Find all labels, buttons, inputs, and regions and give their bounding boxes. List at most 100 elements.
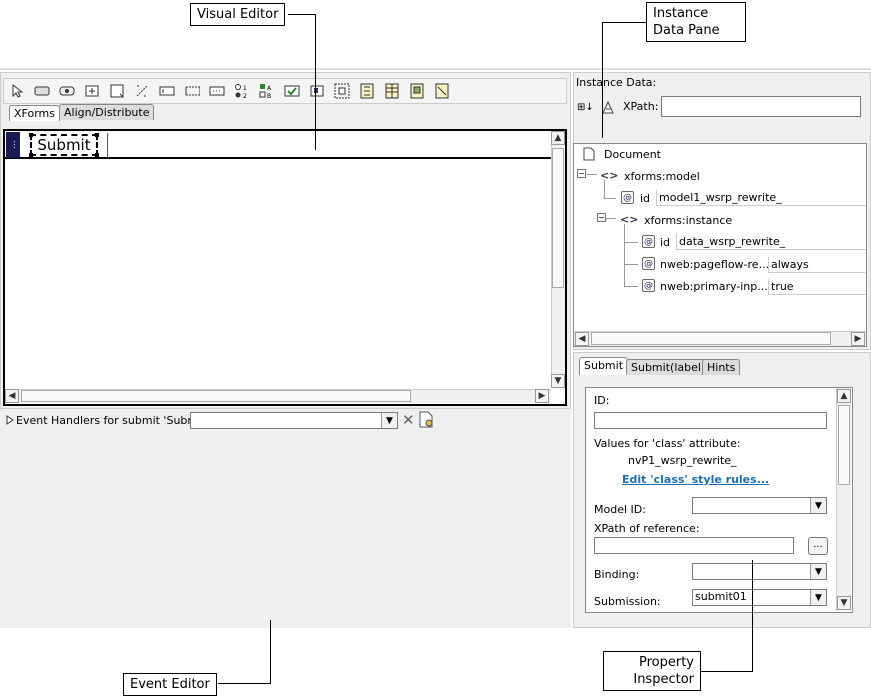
expand-all-icon[interactable]: ⊞↓ (577, 102, 594, 113)
attribute-icon: @ (642, 257, 655, 270)
vertical-scroll-thumb[interactable] (552, 148, 564, 288)
submission-label: Submission: (594, 595, 661, 608)
id-input[interactable] (594, 412, 827, 429)
scroll-down-icon[interactable]: ▼ (551, 374, 565, 388)
top-divider (0, 68, 871, 70)
attr-model-id-value[interactable]: model1_wsrp_rewrite_ (656, 190, 866, 206)
chevron-down-icon[interactable]: ▼ (810, 590, 826, 605)
element-icon: <> (600, 169, 619, 182)
callout-line-2: Data Pane (653, 23, 720, 38)
scroll-left-icon[interactable]: ◀ (575, 332, 589, 346)
xpath-input[interactable] (661, 96, 861, 117)
svg-text:1: 1 (243, 85, 247, 92)
xpath-ref-label: XPath of reference: (594, 522, 700, 535)
input-control-icon[interactable] (84, 83, 100, 99)
image-control-icon[interactable] (409, 83, 425, 99)
instance-data-title: Instance Data: (576, 76, 657, 89)
edit-class-link[interactable]: Edit 'class' style rules... (622, 473, 769, 486)
scroll-down-icon[interactable]: ▼ (837, 596, 851, 610)
chevron-down-icon[interactable]: ▼ (810, 498, 826, 513)
pointer-icon[interactable] (10, 83, 26, 99)
trigger-control-icon[interactable] (59, 83, 75, 99)
attr-primary-name: nweb:primary-inp... (660, 280, 768, 293)
tab-align-distribute[interactable]: Align/Distribute (59, 104, 155, 120)
id-label: ID: (594, 394, 610, 407)
scroll-up-icon[interactable]: ▲ (551, 131, 565, 145)
binding-label: Binding: (594, 568, 640, 581)
callout-line-1: Property (638, 655, 694, 670)
repeat-control-icon[interactable] (184, 83, 200, 99)
tree-xforms-model[interactable]: xforms:model (624, 170, 700, 183)
output-control-icon[interactable] (109, 83, 125, 99)
attr-model-id-name: id (640, 192, 651, 205)
text-cursor (107, 133, 108, 157)
attribute-icon: @ (642, 279, 655, 292)
scroll-left-icon[interactable]: ◀ (5, 389, 19, 403)
submission-value: submit01 (695, 590, 747, 603)
attribute-icon: @ (642, 235, 655, 248)
attribute-icon: @ (621, 191, 634, 204)
chevron-down-icon[interactable]: ▼ (381, 413, 397, 428)
expand-arrow-icon[interactable] (6, 415, 14, 428)
xpath-ref-input[interactable] (594, 537, 794, 554)
scroll-up-icon[interactable]: ▲ (837, 389, 851, 403)
instance-data-pane-callout: Instance Data Pane (646, 2, 746, 42)
collapse-model-icon[interactable]: − (577, 169, 586, 178)
selection-handle-bl (29, 153, 33, 157)
submission-select[interactable]: submit01 ▼ (692, 589, 827, 606)
chevron-down-icon[interactable]: ▼ (810, 564, 826, 579)
secret-control-icon[interactable] (159, 83, 175, 99)
case-control-icon[interactable] (434, 83, 450, 99)
svg-text:B: B (267, 93, 271, 99)
model-id-label: Model ID: (594, 503, 646, 516)
svg-text:2: 2 (243, 93, 247, 99)
tree-document[interactable]: Document (604, 148, 661, 161)
tab-xforms[interactable]: XForms (9, 105, 60, 121)
event-handlers-label: Event Handlers for submit 'Submit' (16, 414, 209, 427)
textarea-control-icon[interactable] (209, 83, 225, 99)
attr-instance-id-name: id (660, 236, 671, 249)
new-handler-icon[interactable] (418, 411, 434, 431)
attr-pageflow-value[interactable]: always (768, 257, 866, 273)
group-selection-label[interactable]: ... (6, 132, 20, 158)
delete-handler-icon[interactable]: ✕ (402, 411, 415, 429)
model-id-select[interactable]: ▼ (692, 497, 827, 514)
attr-pageflow-name: nweb:pageflow-re... (660, 258, 770, 271)
attr-primary-value[interactable]: true (768, 279, 866, 295)
scroll-right-icon[interactable]: ▶ (851, 332, 865, 346)
tree-xforms-instance[interactable]: xforms:instance (644, 214, 732, 227)
document-icon (583, 147, 595, 164)
visual-canvas[interactable] (3, 129, 567, 406)
select1-control-icon[interactable]: 12 (234, 83, 250, 99)
xpath-label: XPath: (623, 100, 659, 113)
property-inspector-callout: Property Inspector (603, 651, 701, 691)
callout-line-1: Instance (653, 6, 709, 21)
selection-handle-tr (95, 133, 99, 137)
xpath-ref-browse-button[interactable]: ... (808, 537, 828, 555)
callout-line-2: Inspector (633, 672, 694, 687)
binding-select[interactable]: ▼ (692, 563, 827, 580)
button-control-icon[interactable] (34, 83, 50, 99)
attr-instance-id-value[interactable]: data_wsrp_rewrite_ (676, 234, 866, 250)
collapse-instance-icon[interactable]: − (597, 213, 606, 222)
checkbox-control-icon[interactable] (284, 83, 300, 99)
switch-control-icon[interactable] (359, 83, 375, 99)
tree-scroll-thumb[interactable] (591, 332, 831, 345)
tab-submit[interactable]: Submit (579, 357, 629, 375)
group-control-icon[interactable] (334, 83, 350, 99)
class-value: nvP1_wsrp_rewrite_ (628, 454, 737, 467)
horizontal-scroll-thumb[interactable] (21, 390, 411, 402)
scroll-right-icon[interactable]: ▶ (535, 389, 549, 403)
range-control-icon[interactable] (134, 83, 150, 99)
event-editor-callout: Event Editor (123, 673, 217, 696)
selection-handle-tl (29, 133, 33, 137)
select-control-icon[interactable]: AB (259, 83, 275, 99)
upload-control-icon[interactable] (309, 83, 325, 99)
table-control-icon[interactable] (384, 83, 400, 99)
submit-button-widget[interactable]: Submit (30, 134, 98, 156)
tab-hints[interactable]: Hints (702, 359, 741, 375)
tab-submit-label[interactable]: Submit(label) (626, 359, 711, 375)
event-handler-select[interactable]: ▼ (190, 412, 398, 429)
event-editor-panel (0, 408, 571, 628)
inspector-scroll-thumb[interactable] (838, 405, 850, 485)
